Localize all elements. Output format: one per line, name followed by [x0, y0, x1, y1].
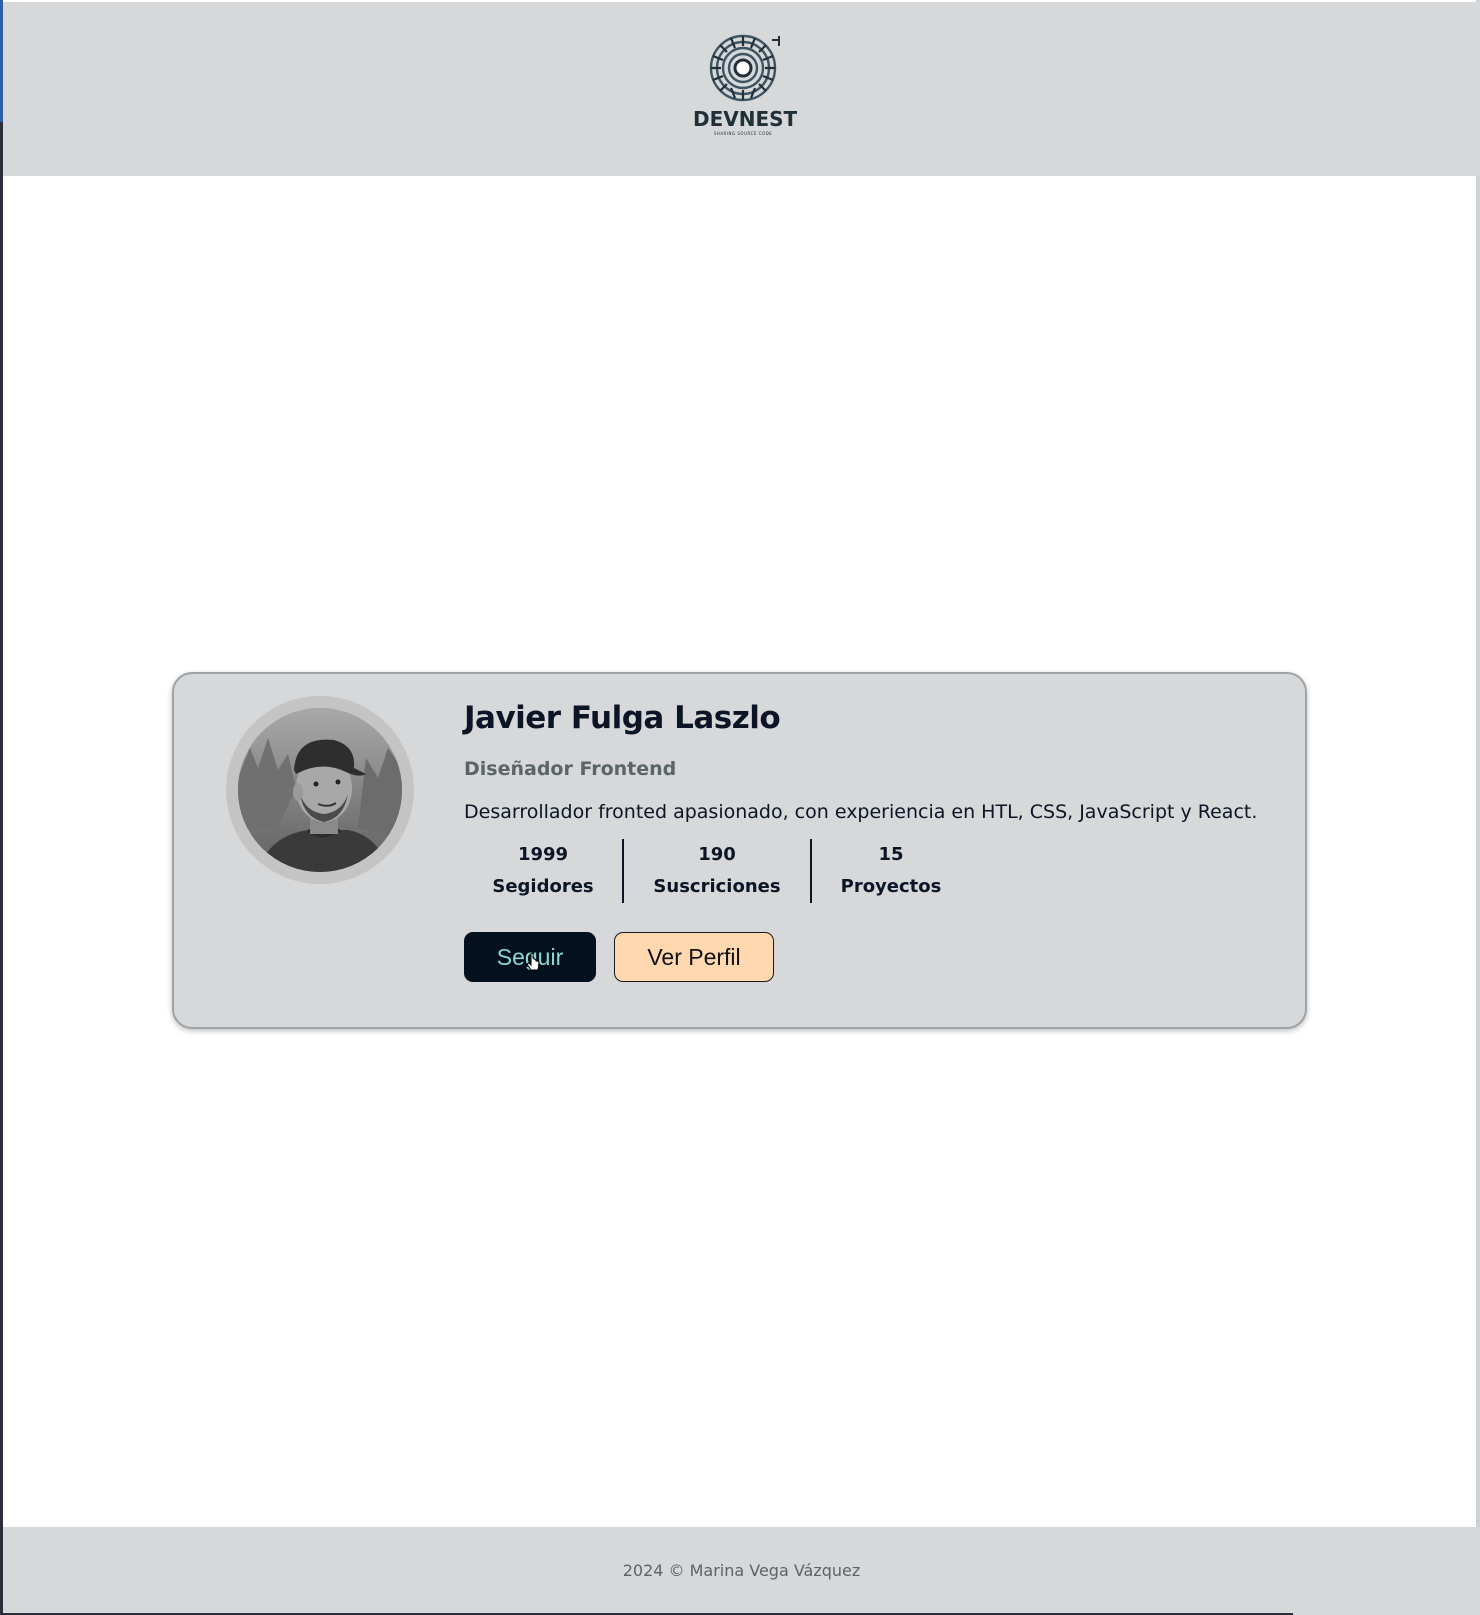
window-left-edge — [0, 0, 3, 1615]
stat-followers: 1999 Segidores — [464, 838, 622, 904]
profile-role: Diseñador Frontend — [464, 758, 677, 780]
stat-projects-value: 15 — [878, 844, 904, 865]
view-profile-button[interactable]: Ver Perfil — [614, 932, 774, 982]
profile-bio: Desarrollador fronted apasionado, con ex… — [464, 801, 1258, 823]
profile-name: Javier Fulga Laszlo — [464, 700, 781, 736]
follow-button[interactable]: Seguir — [464, 932, 596, 982]
stat-projects-label: Proyectos — [840, 876, 942, 897]
site-footer: 2024 © Marina Vega Vázquez — [3, 1527, 1480, 1615]
stat-subscriptions: 190 Suscriciones — [624, 838, 810, 904]
stat-projects: 15 Proyectos — [812, 838, 970, 904]
profile-stats: 1999 Segidores 190 Suscriciones 15 Proye… — [464, 838, 970, 904]
devnest-logo-icon — [709, 34, 780, 102]
footer-copyright: 2024 © Marina Vega Vázquez — [622, 1561, 861, 1580]
stat-followers-value: 1999 — [517, 844, 569, 865]
site-header: DEVNEST SHARING SOURCE CODE — [3, 2, 1480, 176]
avatar-ring — [226, 696, 414, 884]
logo-wordmark: DEVNEST — [693, 107, 798, 131]
window-scrollbar[interactable] — [1476, 0, 1480, 1615]
logo-tagline: SHARING SOURCE CODE — [713, 131, 773, 136]
stat-subscriptions-label: Suscriciones — [653, 876, 781, 897]
devnest-logo[interactable]: DEVNEST SHARING SOURCE CODE — [693, 32, 798, 142]
stat-followers-label: Segidores — [492, 876, 594, 897]
profile-card: Javier Fulga Laszlo Diseñador Frontend D… — [172, 672, 1307, 1029]
avatar — [238, 708, 402, 872]
stat-subscriptions-value: 190 — [698, 844, 736, 865]
avatar-photo — [238, 708, 402, 872]
